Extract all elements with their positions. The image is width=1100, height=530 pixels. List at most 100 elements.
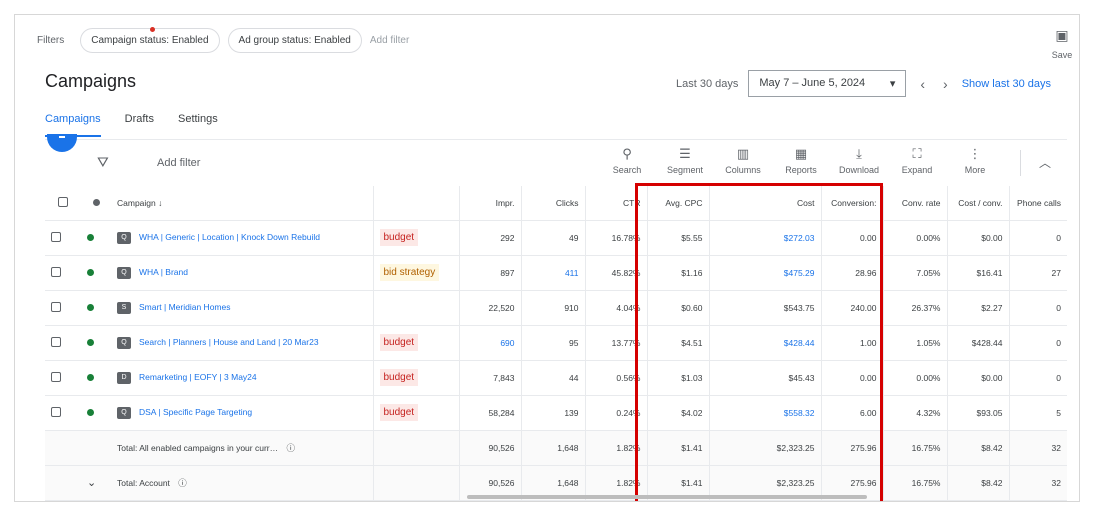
- column-header-cost-conv[interactable]: Cost / conv.: [947, 186, 1010, 221]
- campaign-name-link[interactable]: Search | Planners | House and Land | 20 …: [139, 337, 319, 348]
- row-select[interactable]: [45, 360, 81, 396]
- table-row[interactable]: Q WHA | Generic | Location | Knock Down R…: [45, 220, 1067, 256]
- campaign-name-link[interactable]: WHA | Generic | Location | Knock Down Re…: [139, 232, 320, 243]
- enabled-status-icon[interactable]: [87, 373, 94, 381]
- cost-cell[interactable]: $428.44: [709, 325, 822, 361]
- row-checkbox[interactable]: [51, 336, 61, 347]
- column-header-cost[interactable]: Cost: [709, 186, 822, 221]
- total-phone-calls: 32: [1009, 465, 1067, 501]
- row-checkbox[interactable]: [51, 266, 61, 277]
- row-checkbox[interactable]: [51, 371, 61, 382]
- column-header-phone-calls[interactable]: Phone calls: [1009, 186, 1067, 221]
- phone-calls-cell: 0: [1009, 290, 1067, 326]
- toolbar-tools: ⚲ Search ☰ Segment ▥ Columns ▦ Reports ⤓ Download…: [605, 146, 997, 175]
- filter-icon[interactable]: ⛛: [97, 154, 109, 171]
- row-status[interactable]: [81, 220, 111, 256]
- cost-cell: $45.43: [709, 360, 822, 396]
- campaign-name-link[interactable]: Smart | Meridian Homes: [139, 302, 230, 313]
- row-select[interactable]: [45, 290, 81, 326]
- expand-tool-button[interactable]: ⛶ Expand: [895, 146, 939, 175]
- row-select[interactable]: [45, 220, 81, 256]
- save-button[interactable]: ▣ Save: [1049, 27, 1075, 60]
- table-row[interactable]: Q DSA | Specific Page Targeting budget 58…: [45, 395, 1067, 431]
- clicks-cell: 44: [521, 360, 586, 396]
- status-badge[interactable]: bid strategy: [379, 264, 440, 281]
- enabled-status-icon[interactable]: [87, 338, 94, 346]
- column-header-conv-rate[interactable]: Conv. rate: [883, 186, 948, 221]
- table-row[interactable]: Q Search | Planners | House and Land | 20…: [45, 325, 1067, 361]
- row-select[interactable]: [45, 395, 81, 431]
- tab-drafts[interactable]: Drafts: [125, 113, 154, 137]
- select-all-checkbox[interactable]: [58, 196, 68, 207]
- status-cell: budget: [373, 360, 460, 396]
- row-checkbox[interactable]: [51, 231, 61, 242]
- ads-window: Filters Campaign status: Enabled Ad grou…: [14, 14, 1080, 502]
- status-badge[interactable]: budget: [379, 229, 419, 246]
- select-all-header[interactable]: [45, 186, 81, 221]
- row-checkbox[interactable]: [51, 406, 61, 417]
- cost-cell[interactable]: $475.29: [709, 255, 822, 291]
- row-select[interactable]: [45, 255, 81, 291]
- impr-cell: 292: [459, 220, 522, 256]
- cost-cell[interactable]: $558.32: [709, 395, 822, 431]
- help-icon[interactable]: ⓘ: [178, 478, 187, 488]
- column-header-clicks[interactable]: Clicks: [521, 186, 586, 221]
- row-status[interactable]: [81, 360, 111, 396]
- next-period-icon[interactable]: ›: [939, 76, 952, 92]
- previous-period-icon[interactable]: ‹: [916, 76, 929, 92]
- table-row[interactable]: D Remarketing | EOFY | 3 May24 budget 7,8…: [45, 360, 1067, 396]
- campaign-name-link[interactable]: DSA | Specific Page Targeting: [139, 407, 252, 418]
- tab-settings[interactable]: Settings: [178, 113, 218, 137]
- campaign-name-link[interactable]: Remarketing | EOFY | 3 May24: [139, 372, 257, 383]
- column-header-avg-cpc[interactable]: Avg. CPC: [647, 186, 710, 221]
- status-cell: budget: [373, 325, 460, 361]
- row-checkbox[interactable]: [51, 301, 61, 312]
- horizontal-scrollbar[interactable]: [467, 495, 867, 499]
- show-last-30-days-link[interactable]: Show last 30 days: [962, 78, 1051, 90]
- column-header-campaign[interactable]: Campaign ↓: [111, 186, 374, 221]
- row-status[interactable]: [81, 395, 111, 431]
- columns-tool-button[interactable]: ▥ Columns: [721, 146, 765, 175]
- column-header-conversions[interactable]: Conversion:: [821, 186, 884, 221]
- modified-dot: [149, 26, 155, 32]
- filter-chip-ad-group-status[interactable]: Ad group status: Enabled: [227, 27, 362, 53]
- column-header-ctr[interactable]: CTR: [585, 186, 648, 221]
- enabled-status-icon[interactable]: [87, 268, 94, 276]
- enabled-status-icon[interactable]: [87, 233, 94, 241]
- enabled-status-icon[interactable]: [87, 303, 94, 311]
- download-tool-button[interactable]: ⤓ Download: [837, 146, 881, 175]
- total-spacer: [45, 465, 81, 501]
- avg-cpc-cell: $5.55: [647, 220, 710, 256]
- conv-rate-cell: 4.32%: [883, 395, 948, 431]
- expand-chevron-icon[interactable]: ⌄: [87, 477, 96, 489]
- table-header-row: Campaign ↓ Impr. Clicks CTR Avg. CPC Cos…: [45, 186, 1067, 221]
- more-tool-button[interactable]: ⋮ More: [953, 146, 997, 175]
- row-select[interactable]: [45, 325, 81, 361]
- reports-tool-button[interactable]: ▦ Reports: [779, 146, 823, 175]
- total-ctr: 1.82%: [585, 430, 648, 466]
- filter-chip-campaign-status[interactable]: Campaign status: Enabled: [80, 26, 220, 53]
- add-filter-link[interactable]: Add filter: [370, 35, 409, 46]
- segment-tool-button[interactable]: ☰ Segment: [663, 146, 707, 175]
- search-tool-button[interactable]: ⚲ Search: [605, 146, 649, 175]
- table-add-filter[interactable]: Add filter: [157, 157, 200, 169]
- status-badge[interactable]: budget: [379, 404, 419, 421]
- campaign-name-link[interactable]: WHA | Brand: [139, 267, 188, 278]
- total-cost-conv: $8.42: [947, 430, 1010, 466]
- row-status[interactable]: [81, 290, 111, 326]
- impr-cell: 690: [459, 325, 522, 361]
- status-badge[interactable]: budget: [379, 369, 419, 386]
- page-title: Campaigns: [45, 71, 137, 91]
- date-range-select[interactable]: May 7 – June 5, 2024 ▾: [748, 70, 907, 97]
- cost-cell[interactable]: $272.03: [709, 220, 822, 256]
- row-status[interactable]: [81, 325, 111, 361]
- collapse-icon[interactable]: ︿: [1039, 154, 1051, 171]
- status-badge[interactable]: budget: [379, 334, 419, 351]
- table-row[interactable]: Q WHA | Brand bid strategy 897 411 45.82%…: [45, 255, 1067, 291]
- cost-conv-cell: $2.27: [947, 290, 1010, 326]
- column-header-impr[interactable]: Impr.: [459, 186, 522, 221]
- enabled-status-icon[interactable]: [87, 408, 94, 416]
- row-status[interactable]: [81, 255, 111, 291]
- help-icon[interactable]: ⓘ: [287, 443, 296, 453]
- table-row[interactable]: S Smart | Meridian Homes 22,520 910 4.04%…: [45, 290, 1067, 326]
